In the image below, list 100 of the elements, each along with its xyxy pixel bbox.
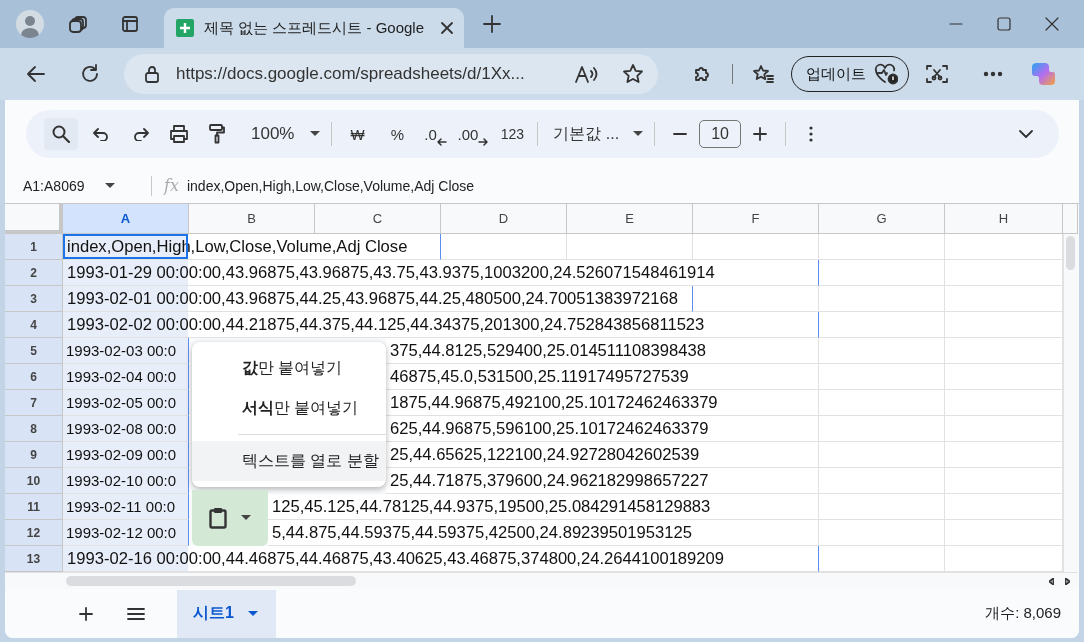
decrease-decimal-button[interactable]: .0 bbox=[418, 118, 453, 150]
grid-cell[interactable]: 1993-02-11 00:0 bbox=[63, 494, 189, 520]
row-header[interactable]: 9 bbox=[5, 442, 63, 468]
row-header[interactable]: 10 bbox=[5, 468, 63, 494]
grid-cell[interactable] bbox=[819, 520, 945, 546]
grid-cell[interactable]: 1993-02-04 00:0 bbox=[63, 364, 189, 390]
row-header[interactable]: 1 bbox=[5, 234, 63, 260]
grid-cell[interactable]: 1875,44.96875,492100,25.10172462463379 bbox=[386, 390, 819, 416]
profile-avatar[interactable] bbox=[16, 10, 44, 38]
row-header[interactable]: 3 bbox=[5, 286, 63, 312]
grid-cell[interactable] bbox=[945, 390, 1063, 416]
increase-decimal-button[interactable]: .00 bbox=[454, 118, 492, 150]
select-all-corner[interactable] bbox=[5, 204, 63, 234]
column-header[interactable]: E bbox=[567, 204, 693, 234]
grid-cell[interactable] bbox=[945, 494, 1063, 520]
column-header[interactable]: F bbox=[693, 204, 819, 234]
grid-cell[interactable]: 625,44.96875,596100,25.10172462463379 bbox=[386, 416, 819, 442]
grid-cell[interactable] bbox=[819, 312, 945, 338]
column-header[interactable]: H bbox=[945, 204, 1063, 234]
font-size-field[interactable]: 10 bbox=[699, 120, 742, 148]
currency-button[interactable]: ₩ bbox=[340, 118, 375, 150]
grid-cell[interactable] bbox=[945, 416, 1063, 442]
grid-cell[interactable] bbox=[819, 442, 945, 468]
grid-cell[interactable]: 1993-02-03 00:0 bbox=[63, 338, 189, 364]
grid-cell[interactable]: 1993-01-29 00:00:00,43.96875,43.96875,43.75,43.9375,1003200,24.526071548461914 bbox=[63, 260, 819, 286]
paste-options-button[interactable] bbox=[192, 490, 268, 546]
grid-cell[interactable]: 5,44.875,44.59375,44.59375,42500,24.89239501953125 bbox=[268, 520, 819, 546]
percent-button[interactable]: % bbox=[380, 118, 415, 150]
column-header[interactable]: G bbox=[819, 204, 945, 234]
grid-cell[interactable]: 1993-02-16 00:00:00,44.46875,44.46875,43.40625,43.46875,374800,24.2644100189209 bbox=[63, 546, 819, 572]
grid-cell[interactable] bbox=[819, 364, 945, 390]
grid-cell[interactable] bbox=[819, 286, 945, 312]
grid-cell[interactable]: 1993-02-05 00:0 bbox=[63, 390, 189, 416]
search-button[interactable] bbox=[44, 118, 78, 150]
row-header[interactable]: 2 bbox=[5, 260, 63, 286]
grid-cell[interactable]: 25,44.65625,122100,24.92728042602539 bbox=[386, 442, 819, 468]
scrollbar-thumb[interactable] bbox=[66, 576, 356, 586]
column-header[interactable]: B bbox=[189, 204, 315, 234]
grid-cell[interactable] bbox=[819, 494, 945, 520]
grid-cell[interactable] bbox=[819, 416, 945, 442]
row-header[interactable]: 12 bbox=[5, 520, 63, 546]
menu-item[interactable]: 값만 붙여넣기 bbox=[192, 348, 386, 388]
menu-item[interactable]: 텍스트를 열로 분할 bbox=[192, 441, 386, 481]
grid-cell[interactable] bbox=[693, 234, 819, 260]
column-header[interactable] bbox=[1063, 204, 1078, 234]
grid-cell[interactable] bbox=[819, 468, 945, 494]
number-format-button[interactable]: 123 bbox=[495, 118, 530, 150]
grid-cell[interactable]: 1993-02-12 00:0 bbox=[63, 520, 189, 546]
refresh-icon bbox=[80, 64, 100, 84]
grid-cell[interactable] bbox=[819, 338, 945, 364]
grid-cell[interactable] bbox=[945, 364, 1063, 390]
grid-cell[interactable] bbox=[945, 546, 1063, 572]
grid-cell[interactable] bbox=[567, 234, 693, 260]
grid-cell[interactable] bbox=[693, 286, 819, 312]
ellipsis-icon bbox=[983, 71, 1003, 77]
grid-cell[interactable] bbox=[945, 286, 1063, 312]
row-header[interactable]: 4 bbox=[5, 312, 63, 338]
copilot-logo-icon bbox=[1029, 60, 1057, 88]
grid-cell[interactable] bbox=[945, 442, 1063, 468]
column-header[interactable]: C bbox=[315, 204, 441, 234]
grid-cell[interactable] bbox=[945, 234, 1063, 260]
zoom-select[interactable]: 100% bbox=[248, 118, 324, 150]
grid-cell[interactable] bbox=[945, 338, 1063, 364]
grid-cell[interactable]: 125,45.125,44.78125,44.9375,19500,25.084291458129883 bbox=[268, 494, 819, 520]
column-header[interactable]: A bbox=[63, 204, 189, 234]
grid-cell[interactable] bbox=[945, 260, 1063, 286]
grid-cell[interactable]: 1993-02-01 00:00:00,43.96875,44.25,43.96875,44.25,480500,24.70051383972168 bbox=[63, 286, 693, 312]
grid-cell[interactable]: 46875,45.0,531500,25.11917495727539 bbox=[386, 364, 819, 390]
browser-tab[interactable]: 제목 없는 스프레드시트 - Google bbox=[164, 8, 464, 48]
grid-cell[interactable] bbox=[945, 520, 1063, 546]
row-header[interactable]: 13 bbox=[5, 546, 63, 572]
font-select[interactable]: 기본값 ... bbox=[550, 118, 647, 150]
grid-cell[interactable] bbox=[945, 312, 1063, 338]
grid-cell[interactable]: 1993-02-09 00:0 bbox=[63, 442, 189, 468]
grid-cell[interactable] bbox=[441, 234, 567, 260]
row-header[interactable]: 8 bbox=[5, 416, 63, 442]
row-header[interactable]: 6 bbox=[5, 364, 63, 390]
grid-cell[interactable]: 25,44.71875,379600,24.962182998657227 bbox=[386, 468, 819, 494]
row-header[interactable]: 11 bbox=[5, 494, 63, 520]
puzzle-icon bbox=[692, 64, 712, 84]
grid-cell[interactable]: 1993-02-08 00:0 bbox=[63, 416, 189, 442]
grid-cell[interactable]: 1993-02-02 00:00:00,44.21875,44.375,44.125,44.34375,201300,24.752843856811523 bbox=[63, 312, 819, 338]
address-bar[interactable]: https://docs.google.com/spreadsheets/d/1Xx... bbox=[124, 54, 658, 94]
grid-cell[interactable]: 375,44.8125,529400,25.014511108398438 bbox=[386, 338, 819, 364]
star-list-icon bbox=[752, 64, 774, 84]
grid-cell[interactable]: 1993-02-10 00:0 bbox=[63, 468, 189, 494]
grid-cell[interactable] bbox=[819, 260, 945, 286]
sheet-tab[interactable]: 시트1 bbox=[177, 589, 276, 638]
caret-icon bbox=[310, 131, 321, 137]
grid-cell[interactable] bbox=[945, 468, 1063, 494]
scrollbar-thumb[interactable] bbox=[1066, 236, 1075, 270]
grid-cell[interactable] bbox=[819, 234, 945, 260]
formula-text[interactable]: index,Open,High,Low,Close,Volume,Adj Close bbox=[186, 177, 475, 194]
name-box[interactable]: A1:A8069 bbox=[23, 177, 141, 194]
menu-item[interactable]: 서식만 붙여넣기 bbox=[192, 388, 386, 428]
grid-cell[interactable] bbox=[819, 390, 945, 416]
row-header[interactable]: 7 bbox=[5, 390, 63, 416]
grid-cell[interactable] bbox=[819, 546, 945, 572]
row-header[interactable]: 5 bbox=[5, 338, 63, 364]
column-header[interactable]: D bbox=[441, 204, 567, 234]
